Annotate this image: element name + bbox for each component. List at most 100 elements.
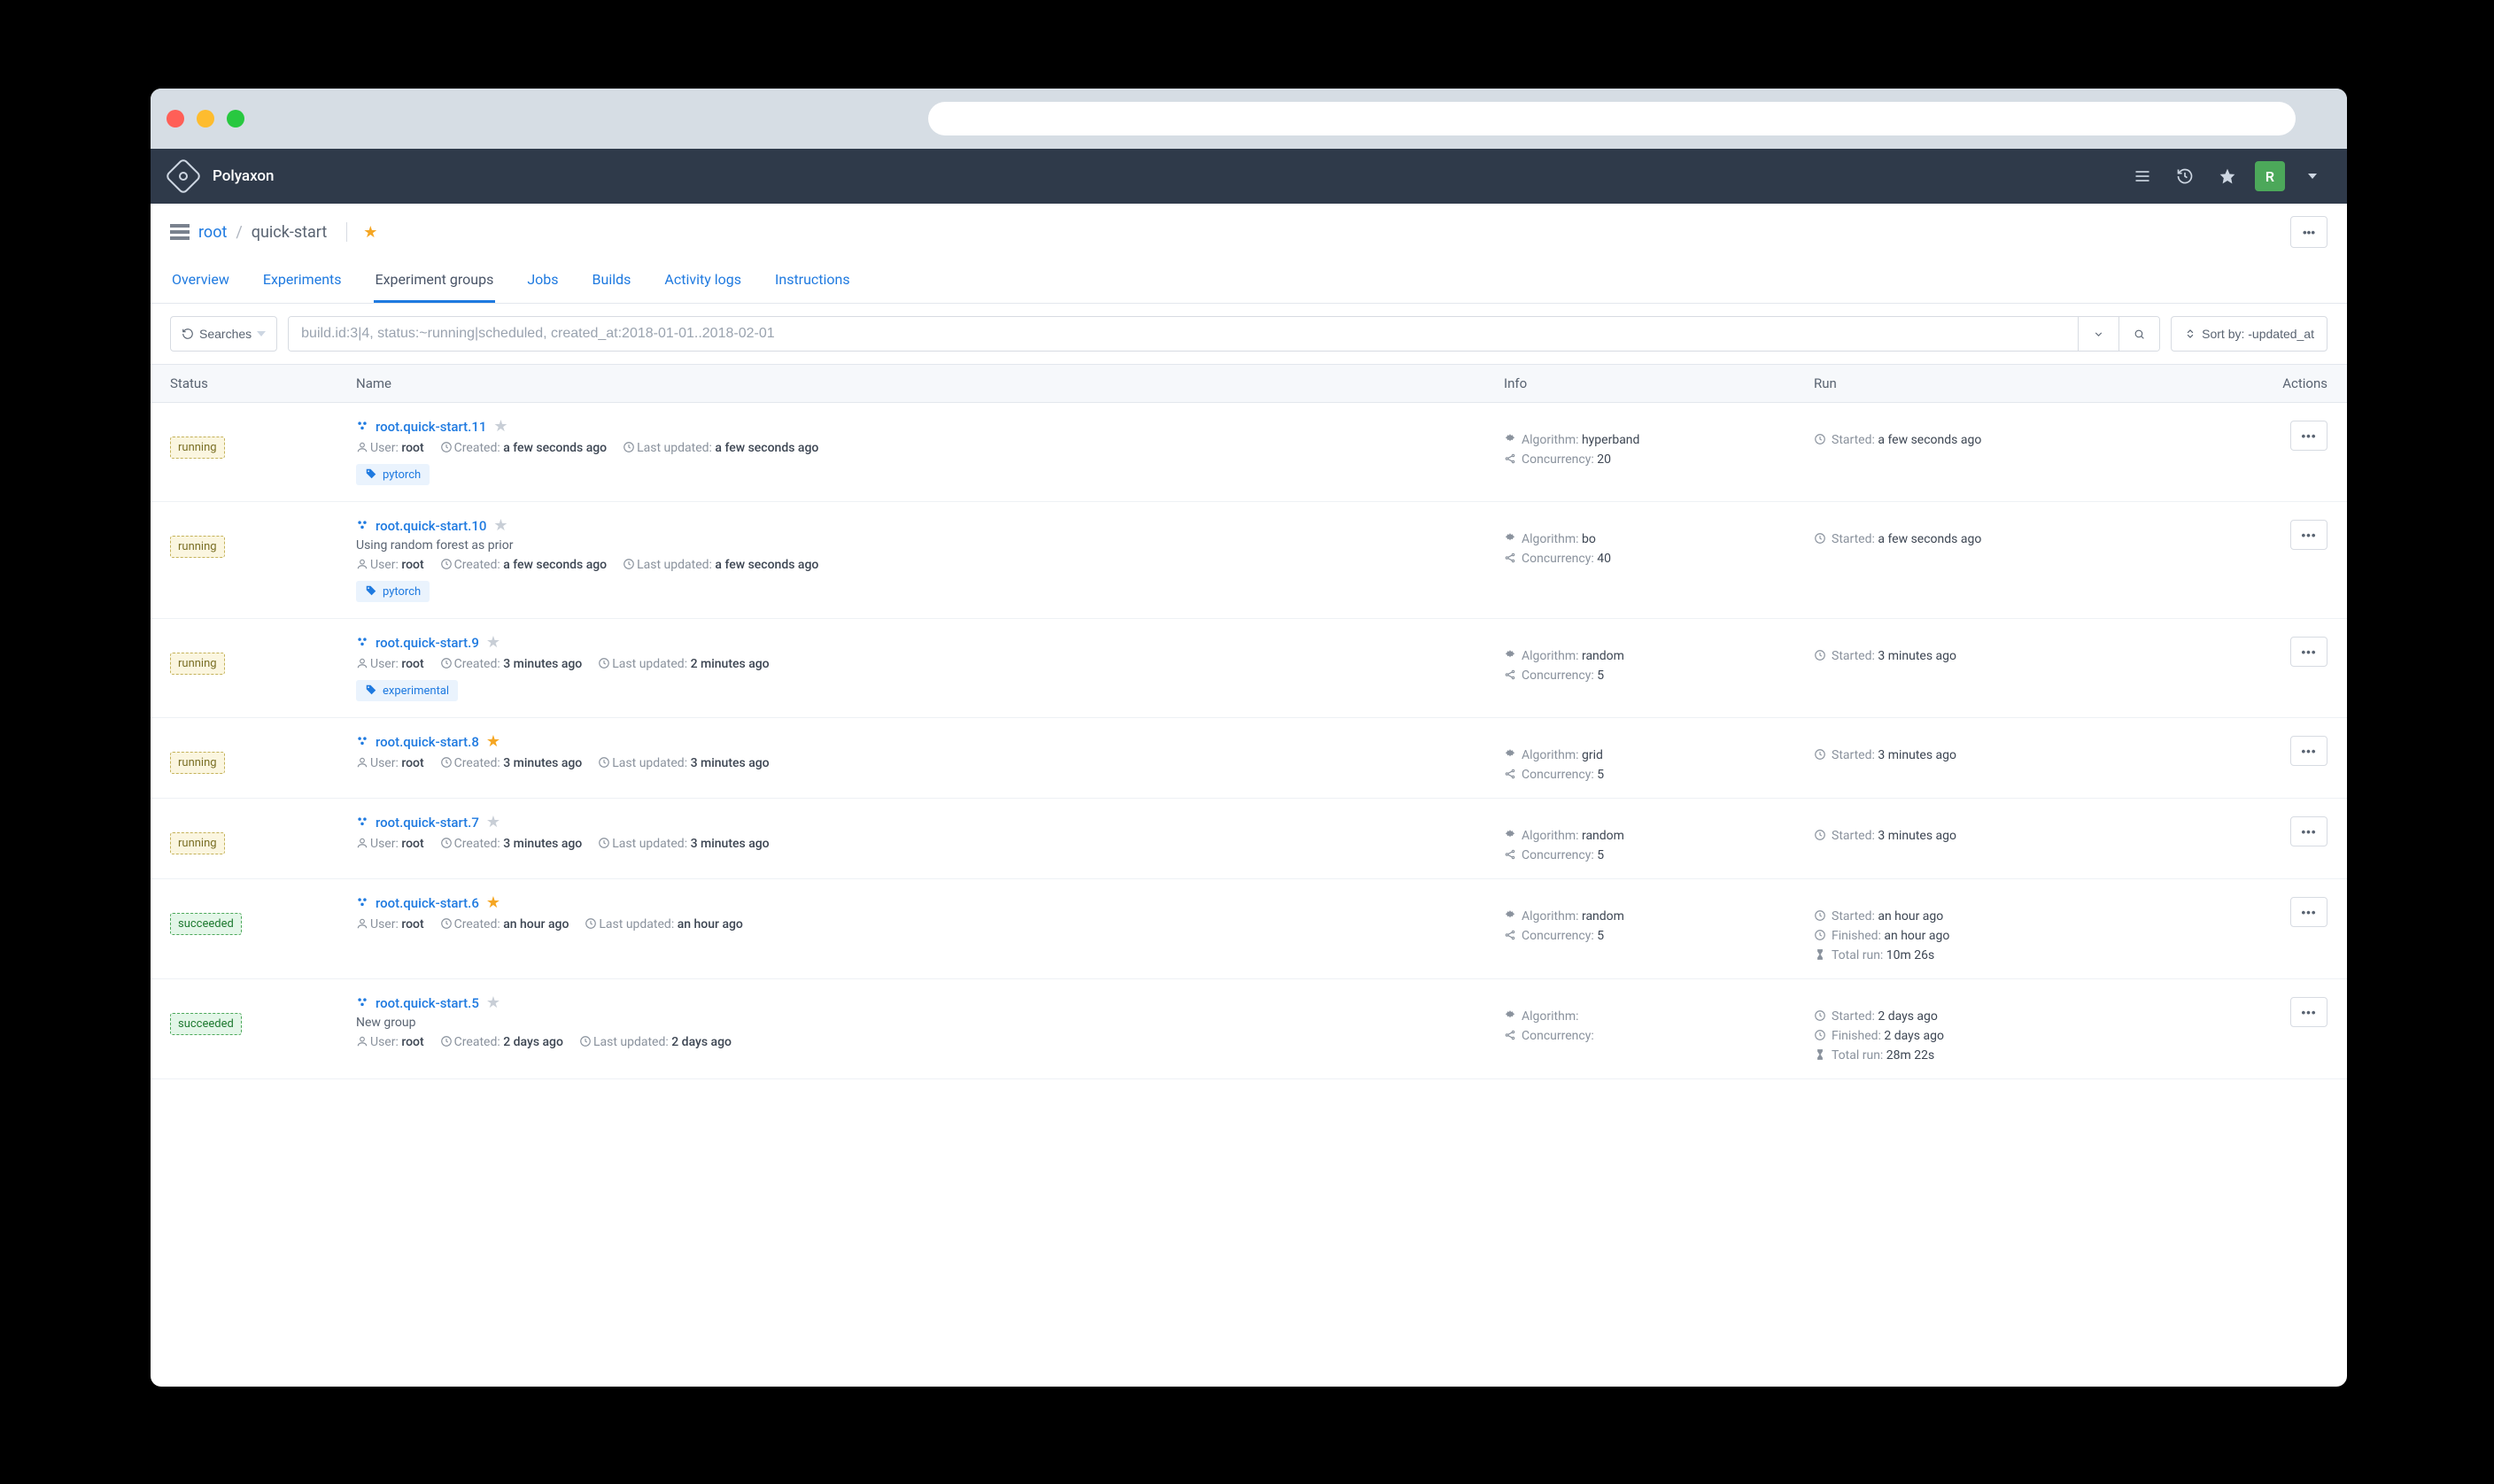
clock-icon (1814, 532, 1826, 546)
concurrency-icon (1504, 452, 1516, 467)
tab-instructions[interactable]: Instructions (773, 260, 852, 303)
minimize-icon[interactable] (197, 110, 214, 128)
search-expand-button[interactable] (2078, 317, 2118, 351)
finished-value: 2 days ago (1884, 1029, 1944, 1043)
algorithm-icon (1504, 532, 1516, 546)
close-icon[interactable] (167, 110, 184, 128)
saved-searches-button[interactable]: Searches (170, 316, 277, 352)
maximize-icon[interactable] (227, 110, 244, 128)
group-link[interactable]: root.quick-start.10 (376, 518, 486, 534)
clock-icon (1814, 909, 1826, 924)
row-actions-button[interactable]: ••• (2290, 520, 2327, 550)
tab-activity-logs[interactable]: Activity logs (662, 260, 743, 303)
group-link[interactable]: root.quick-start.6 (376, 895, 479, 911)
concurrency-label: Concurrency: (1522, 1029, 1594, 1043)
started-value: a few seconds ago (1878, 532, 1981, 546)
row-star-icon[interactable]: ★ (486, 813, 500, 831)
tab-overview[interactable]: Overview (170, 260, 231, 303)
created-label: Created: (454, 1035, 504, 1049)
row-actions-button[interactable]: ••• (2290, 897, 2327, 927)
user-label: User: (370, 558, 401, 572)
tab-builds[interactable]: Builds (591, 260, 633, 303)
user-menu-caret-icon[interactable] (2297, 161, 2327, 191)
algorithm-value: bo (1582, 532, 1596, 546)
status-badge: succeeded (170, 1013, 242, 1035)
started-label: Started: (1832, 433, 1878, 447)
row-star-icon[interactable]: ★ (486, 993, 500, 1012)
tab-jobs[interactable]: Jobs (525, 260, 560, 303)
tag-label: experimental (383, 684, 449, 698)
tag-icon (365, 684, 377, 698)
row-subtitle: New group (356, 1016, 1504, 1030)
history-icon[interactable] (2170, 161, 2200, 191)
group-link[interactable]: root.quick-start.11 (376, 419, 486, 435)
algorithm-icon (1504, 909, 1516, 924)
created-value: an hour ago (503, 917, 569, 931)
started-label: Started: (1832, 909, 1878, 924)
menu-icon[interactable] (2127, 161, 2157, 191)
clock-icon (1814, 1029, 1826, 1043)
tab-experiments[interactable]: Experiments (261, 260, 344, 303)
table-row: succeeded root.quick-start.6 ★ User: roo… (151, 879, 2347, 979)
row-star-icon[interactable]: ★ (486, 732, 500, 751)
table-row: running root.quick-start.10 ★ Using rand… (151, 502, 2347, 619)
tab-experiment-groups[interactable]: Experiment groups (374, 260, 496, 303)
user-avatar[interactable]: R (2255, 161, 2285, 191)
user-value: root (401, 441, 423, 455)
row-actions-button[interactable]: ••• (2290, 421, 2327, 451)
algorithm-icon (1504, 829, 1516, 843)
clock-icon (440, 558, 453, 572)
user-value: root (401, 917, 423, 931)
group-icon (356, 519, 368, 533)
created-value: 3 minutes ago (503, 756, 582, 770)
algorithm-value: grid (1582, 748, 1603, 762)
status-badge: running (170, 536, 225, 558)
group-link[interactable]: root.quick-start.8 (376, 734, 479, 750)
row-actions-button[interactable]: ••• (2290, 736, 2327, 766)
row-star-icon[interactable]: ★ (486, 893, 500, 912)
star-icon[interactable] (2212, 161, 2242, 191)
clock-icon (623, 558, 635, 572)
algorithm-value: random (1582, 649, 1624, 663)
tag-icon (365, 468, 377, 482)
concurrency-icon (1504, 552, 1516, 566)
group-link[interactable]: root.quick-start.5 (376, 995, 479, 1011)
hourglass-icon (1814, 1048, 1826, 1063)
row-actions-button[interactable]: ••• (2290, 816, 2327, 846)
group-link[interactable]: root.quick-start.7 (376, 815, 479, 831)
row-actions-button[interactable]: ••• (2290, 637, 2327, 667)
row-star-icon[interactable]: ★ (493, 417, 507, 436)
status-badge: running (170, 653, 225, 675)
started-label: Started: (1832, 1009, 1878, 1024)
clock-icon (1814, 433, 1826, 447)
sort-button[interactable]: Sort by: -updated_at (2171, 316, 2327, 352)
status-badge: running (170, 752, 225, 774)
project-star-icon[interactable]: ★ (363, 223, 377, 242)
search-submit-button[interactable] (2118, 317, 2159, 351)
group-icon (356, 735, 368, 749)
clock-icon (598, 657, 610, 671)
started-value: a few seconds ago (1878, 433, 1981, 447)
tag[interactable]: pytorch (356, 464, 430, 485)
breadcrumb-root[interactable]: root (198, 223, 227, 242)
address-bar[interactable] (928, 102, 2296, 135)
tag[interactable]: experimental (356, 680, 458, 701)
user-value: root (401, 837, 423, 851)
group-link[interactable]: root.quick-start.9 (376, 635, 479, 651)
updated-label: Last updated: (593, 1035, 671, 1049)
clock-icon (598, 756, 610, 770)
tag[interactable]: pytorch (356, 581, 430, 602)
algorithm-label: Algorithm: (1522, 829, 1582, 843)
project-actions-button[interactable]: ••• (2290, 216, 2327, 248)
breadcrumb-current: quick-start (252, 223, 327, 242)
search-input[interactable] (289, 317, 2078, 351)
th-status: Status (170, 375, 356, 391)
concurrency-icon (1504, 669, 1516, 683)
updated-value: an hour ago (678, 917, 743, 931)
updated-value: a few seconds ago (715, 441, 818, 455)
started-label: Started: (1832, 748, 1878, 762)
row-actions-button[interactable]: ••• (2290, 997, 2327, 1027)
row-star-icon[interactable]: ★ (486, 633, 500, 652)
row-star-icon[interactable]: ★ (493, 516, 507, 535)
updated-value: 2 minutes ago (691, 657, 770, 671)
